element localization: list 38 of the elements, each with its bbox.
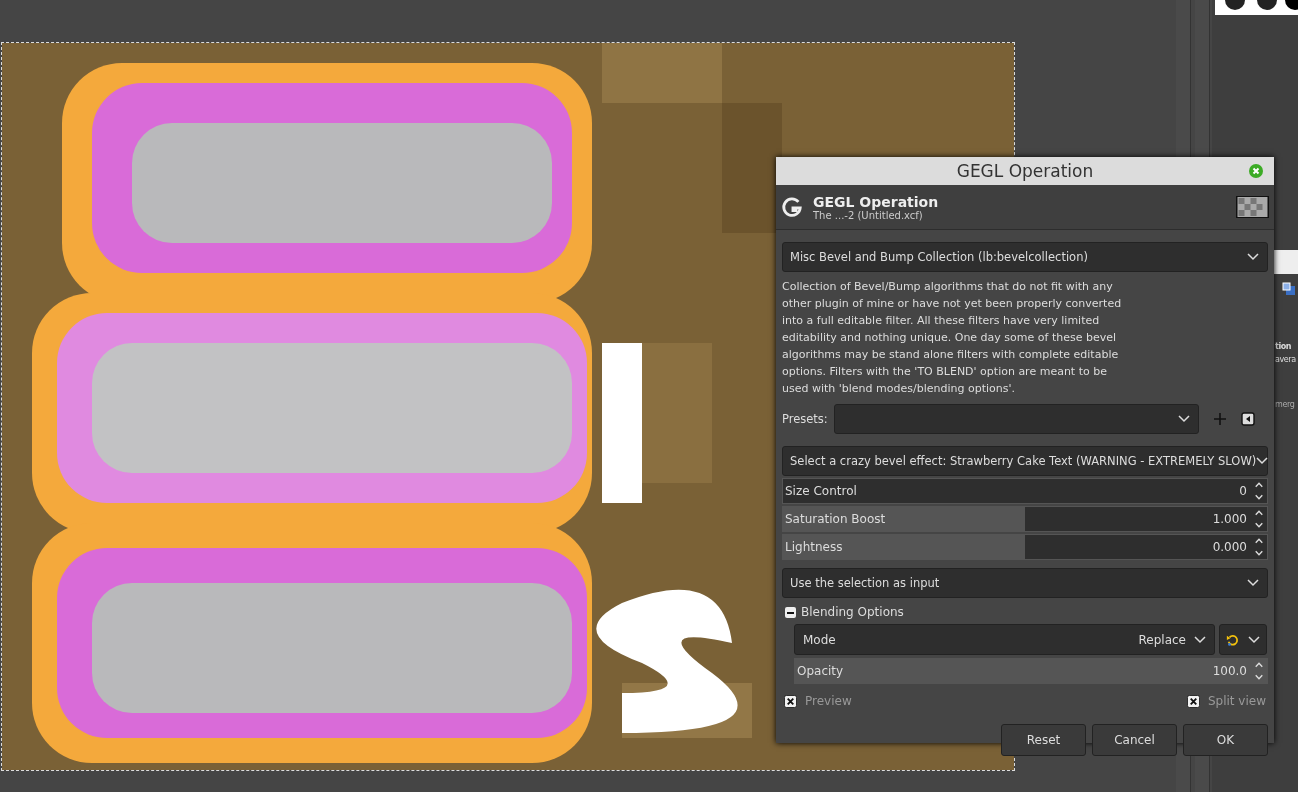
dialog-button[interactable]: OK [1183,724,1268,756]
chevron-down-icon [1248,635,1260,644]
dialog-button[interactable]: Reset [1001,724,1086,756]
menu-icon[interactable] [1241,412,1255,426]
operation-dropdown[interactable]: Misc Bevel and Bump Collection (lb:bevelcollection) [782,242,1268,272]
effect-dropdown[interactable]: Select a crazy bevel effect: Strawberry Cake Text (WARNING - EXTREMELY SLOW) [782,446,1268,476]
gegl-logo-icon [781,196,803,218]
dialog-button[interactable]: Cancel [1092,724,1177,756]
chevron-down-icon [1178,415,1190,423]
checkbox[interactable] [784,694,797,708]
slider-field[interactable]: Size Control 0 [782,478,1268,504]
column-header: tion [1275,342,1293,351]
image-thumbnail-icon [1236,196,1269,218]
layers-icon[interactable] [1282,282,1296,296]
operation-description: Collection of Bevel/Bump algorithms that do not fit with any other plugin of mine or have not yet been properly converted into a full editable filter. All these filters have very limited editability and nothing unique. One day some of these bevel algorithms may be stand alone filters with complete editable options. Filters with the 'TO BLEND' option are meant to be used with 'blend modes/blending options'. [782,279,1123,397]
image-name: The ...-2 (Untitled.xcf) [813,209,923,221]
section-title: Blending Options [801,605,904,619]
chevron-down-icon [1194,635,1206,644]
composite-mode-button[interactable] [1219,624,1267,655]
panel-text: merg [1275,400,1296,409]
close-icon[interactable] [1248,163,1264,179]
mode-dropdown[interactable]: Mode Replace [794,624,1215,655]
slider-field[interactable]: Lightness 0.000 [782,534,1268,560]
checkbox[interactable] [1186,694,1200,708]
presets-label: Presets: [782,412,826,426]
slider-field[interactable]: Saturation Boost 1.000 [782,506,1268,532]
undo-icon [1226,632,1240,647]
chevron-down-icon [1247,579,1259,587]
input-dropdown[interactable]: Use the selection as input [782,568,1268,598]
chevron-down-icon [1247,253,1259,261]
chevron-down-icon [1256,457,1269,465]
dialog-heading: GEGL Operation [813,193,940,210]
panel-text: avera [1275,355,1297,364]
window-title: GEGL Operation [956,161,1094,181]
opacity-slider[interactable]: Opacity 100.0 [794,658,1268,684]
checkbox-label: Preview [805,694,852,708]
checkbox-label: Split view [1207,694,1266,708]
collapse-icon[interactable] [785,606,796,618]
